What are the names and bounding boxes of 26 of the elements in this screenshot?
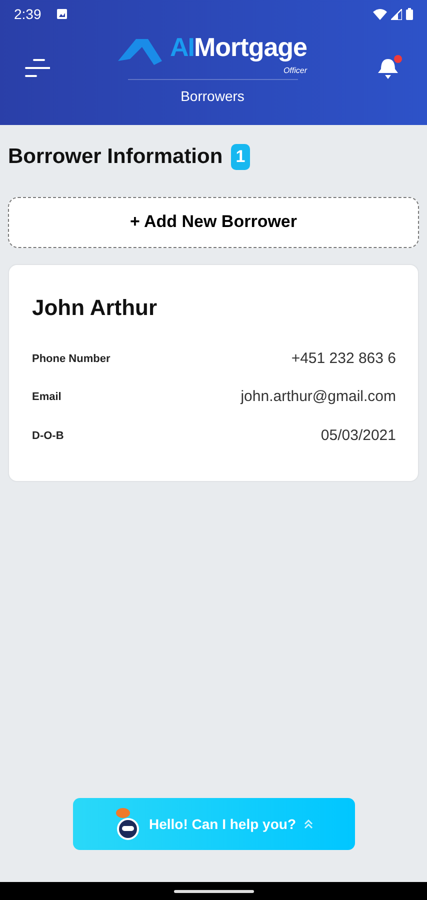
field-value: +451 232 863 6: [291, 348, 396, 368]
robot-avatar-icon: [114, 807, 141, 841]
notification-bell-icon[interactable]: [375, 54, 403, 82]
wifi-icon: [373, 8, 387, 20]
double-chevron-up-icon: [304, 819, 313, 829]
logo-subtitle: Officer: [283, 67, 307, 75]
field-label: D-O-B: [32, 428, 64, 444]
borrower-name: John Arthur: [32, 294, 158, 322]
menu-icon[interactable]: [24, 58, 50, 78]
logo-text: AI: [170, 31, 194, 64]
logo-text: Mortgage: [194, 31, 307, 64]
logo-icon: [118, 36, 162, 66]
home-handle[interactable]: [174, 890, 254, 892]
field-value: john.arthur@gmail.com: [240, 387, 396, 407]
battery-icon: [406, 8, 413, 20]
photo-notification-icon: [57, 9, 68, 19]
page-title: Borrowers: [128, 79, 298, 107]
clock-text: 2:39: [14, 4, 42, 24]
section-title: Borrower Information: [8, 144, 223, 170]
borrower-card[interactable]: John Arthur Phone Number +451 232 863 6 Email john.arthur@gmail.com D-O-B 05/03/2021: [8, 264, 419, 482]
signal-icon: [391, 8, 402, 20]
count-badge: 1: [230, 144, 250, 170]
add-borrower-button[interactable]: + Add New Borrower: [8, 196, 419, 248]
field-label: Phone Number: [32, 352, 110, 366]
field-value: 05/03/2021: [320, 426, 396, 446]
field-label: Email: [32, 390, 62, 405]
